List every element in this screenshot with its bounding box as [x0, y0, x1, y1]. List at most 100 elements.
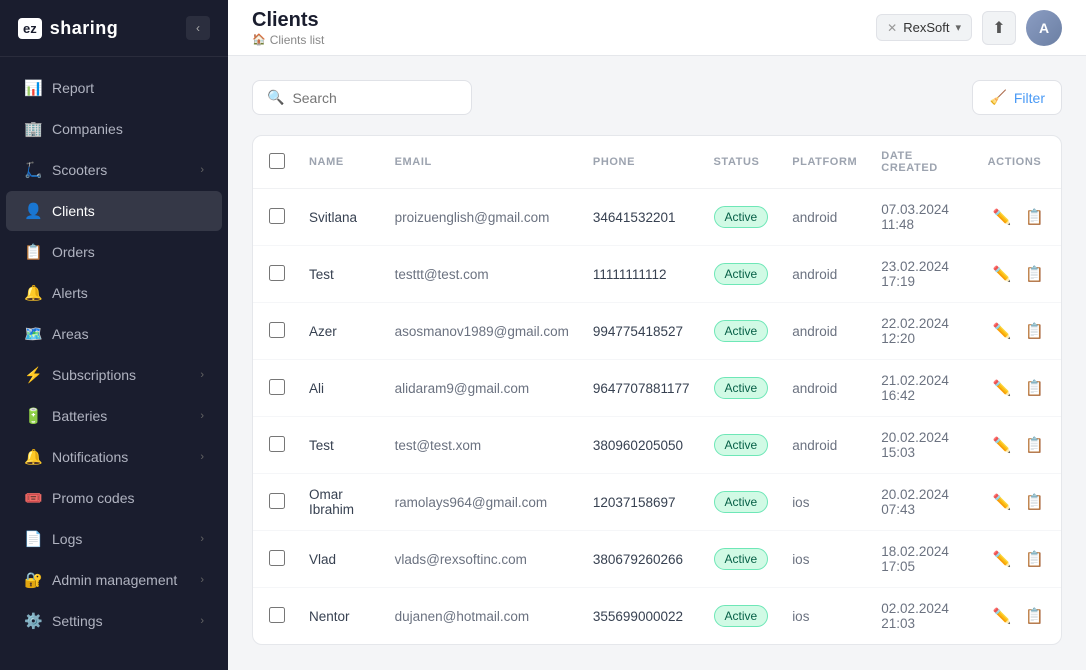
- sidebar-label-areas: Areas: [52, 326, 204, 342]
- sidebar-collapse-button[interactable]: ‹: [186, 16, 210, 40]
- chevron-admin-management-icon: ›: [200, 574, 204, 586]
- cell-platform-2: android: [780, 303, 869, 360]
- cell-date-1: 23.02.2024 17:19: [869, 246, 975, 303]
- cell-platform-3: android: [780, 360, 869, 417]
- col-name: NAME: [297, 136, 383, 189]
- breadcrumb: 🏠 Clients list: [252, 33, 864, 47]
- cell-date-6: 18.02.2024 17:05: [869, 531, 975, 588]
- cell-actions-6: ✏️ 📋: [976, 531, 1061, 588]
- cell-checkbox-7: [253, 588, 297, 645]
- breadcrumb-home-icon: 🏠: [252, 33, 266, 46]
- row-checkbox-0[interactable]: [269, 208, 285, 224]
- sidebar-item-report[interactable]: 📊 Report: [6, 68, 222, 108]
- sidebar-item-alerts[interactable]: 🔔 Alerts: [6, 273, 222, 313]
- view-button-3[interactable]: 📋: [1020, 376, 1049, 400]
- edit-button-4[interactable]: ✏️: [988, 433, 1017, 457]
- edit-button-5[interactable]: ✏️: [988, 490, 1017, 514]
- topbar-right: ✕ RexSoft ▾ ⬆ A: [876, 10, 1062, 46]
- search-box[interactable]: 🔍: [252, 80, 472, 115]
- table-row: Test test@test.xom 380960205050 Active a…: [253, 417, 1061, 474]
- edit-button-0[interactable]: ✏️: [988, 205, 1017, 229]
- breadcrumb-label: Clients list: [270, 33, 325, 47]
- filter-label: Filter: [1014, 90, 1045, 106]
- table-header: NAME EMAIL PHONE STATUS PLATFORM DATE CR…: [253, 136, 1061, 189]
- sidebar-item-orders[interactable]: 📋 Orders: [6, 232, 222, 272]
- cell-phone-6: 380679260266: [581, 531, 702, 588]
- sidebar-item-promo-codes[interactable]: 🎟️ Promo codes: [6, 478, 222, 518]
- select-all-checkbox[interactable]: [269, 153, 285, 169]
- sidebar-nav: 📊 Report 🏢 Companies 🛴 Scooters › 👤 Clie…: [0, 57, 228, 670]
- row-checkbox-4[interactable]: [269, 436, 285, 452]
- col-email: EMAIL: [383, 136, 581, 189]
- view-button-2[interactable]: 📋: [1020, 319, 1049, 343]
- sidebar-item-companies[interactable]: 🏢 Companies: [6, 109, 222, 149]
- cell-checkbox-5: [253, 474, 297, 531]
- row-checkbox-7[interactable]: [269, 607, 285, 623]
- cell-actions-3: ✏️ 📋: [976, 360, 1061, 417]
- cell-name-4: Test: [297, 417, 383, 474]
- view-button-0[interactable]: 📋: [1020, 205, 1049, 229]
- chevron-scooters-icon: ›: [200, 164, 204, 176]
- admin-management-icon: 🔐: [24, 571, 42, 589]
- cell-actions-7: ✏️ 📋: [976, 588, 1061, 645]
- cell-status-7: Active: [702, 588, 781, 645]
- cell-checkbox-0: [253, 189, 297, 246]
- cell-platform-1: android: [780, 246, 869, 303]
- notifications-button[interactable]: ⬆: [982, 11, 1016, 45]
- view-button-1[interactable]: 📋: [1020, 262, 1049, 286]
- edit-button-6[interactable]: ✏️: [988, 547, 1017, 571]
- sidebar-item-admin-management[interactable]: 🔐 Admin management ›: [6, 560, 222, 600]
- content-area: 🔍 🧹 Filter NAME EMAIL PHONE: [228, 56, 1086, 670]
- edit-button-3[interactable]: ✏️: [988, 376, 1017, 400]
- cell-actions-2: ✏️ 📋: [976, 303, 1061, 360]
- company-remove-icon[interactable]: ✕: [887, 21, 897, 35]
- clients-table-container: NAME EMAIL PHONE STATUS PLATFORM DATE CR…: [252, 135, 1062, 645]
- sidebar-label-batteries: Batteries: [52, 408, 190, 424]
- sidebar-item-logs[interactable]: 📄 Logs ›: [6, 519, 222, 559]
- sidebar-item-notifications[interactable]: 🔔 Notifications ›: [6, 437, 222, 477]
- chevron-batteries-icon: ›: [200, 410, 204, 422]
- cell-checkbox-6: [253, 531, 297, 588]
- cell-email-1: testtt@test.com: [383, 246, 581, 303]
- sidebar-item-areas[interactable]: 🗺️ Areas: [6, 314, 222, 354]
- edit-button-7[interactable]: ✏️: [988, 604, 1017, 628]
- topbar: Clients 🏠 Clients list ✕ RexSoft ▾ ⬆ A: [228, 0, 1086, 56]
- cell-platform-4: android: [780, 417, 869, 474]
- cell-actions-5: ✏️ 📋: [976, 474, 1061, 531]
- col-phone: PHONE: [581, 136, 702, 189]
- company-badge[interactable]: ✕ RexSoft ▾: [876, 14, 972, 41]
- status-badge-1: Active: [714, 263, 769, 285]
- sidebar-item-scooters[interactable]: 🛴 Scooters ›: [6, 150, 222, 190]
- cell-date-3: 21.02.2024 16:42: [869, 360, 975, 417]
- cell-checkbox-1: [253, 246, 297, 303]
- report-icon: 📊: [24, 79, 42, 97]
- cell-status-1: Active: [702, 246, 781, 303]
- view-button-5[interactable]: 📋: [1020, 490, 1049, 514]
- cell-checkbox-2: [253, 303, 297, 360]
- sidebar-item-batteries[interactable]: 🔋 Batteries ›: [6, 396, 222, 436]
- row-checkbox-5[interactable]: [269, 493, 285, 509]
- row-checkbox-2[interactable]: [269, 322, 285, 338]
- view-button-4[interactable]: 📋: [1020, 433, 1049, 457]
- edit-button-1[interactable]: ✏️: [988, 262, 1017, 286]
- table-row: Nentor dujanen@hotmail.com 355699000022 …: [253, 588, 1061, 645]
- col-status: STATUS: [702, 136, 781, 189]
- avatar[interactable]: A: [1026, 10, 1062, 46]
- search-input[interactable]: [292, 90, 457, 106]
- edit-button-2[interactable]: ✏️: [988, 319, 1017, 343]
- sidebar-item-settings[interactable]: ⚙️ Settings ›: [6, 601, 222, 641]
- row-checkbox-1[interactable]: [269, 265, 285, 281]
- sidebar-item-subscriptions[interactable]: ⚡ Subscriptions ›: [6, 355, 222, 395]
- filter-button[interactable]: 🧹 Filter: [972, 80, 1062, 115]
- status-badge-4: Active: [714, 434, 769, 456]
- view-button-6[interactable]: 📋: [1020, 547, 1049, 571]
- cell-platform-5: ios: [780, 474, 869, 531]
- cell-date-0: 07.03.2024 11:48: [869, 189, 975, 246]
- cell-email-7: dujanen@hotmail.com: [383, 588, 581, 645]
- view-button-7[interactable]: 📋: [1020, 604, 1049, 628]
- company-name: RexSoft: [903, 20, 949, 35]
- row-checkbox-3[interactable]: [269, 379, 285, 395]
- sidebar-item-clients[interactable]: 👤 Clients: [6, 191, 222, 231]
- row-checkbox-6[interactable]: [269, 550, 285, 566]
- cell-phone-0: 34641532201: [581, 189, 702, 246]
